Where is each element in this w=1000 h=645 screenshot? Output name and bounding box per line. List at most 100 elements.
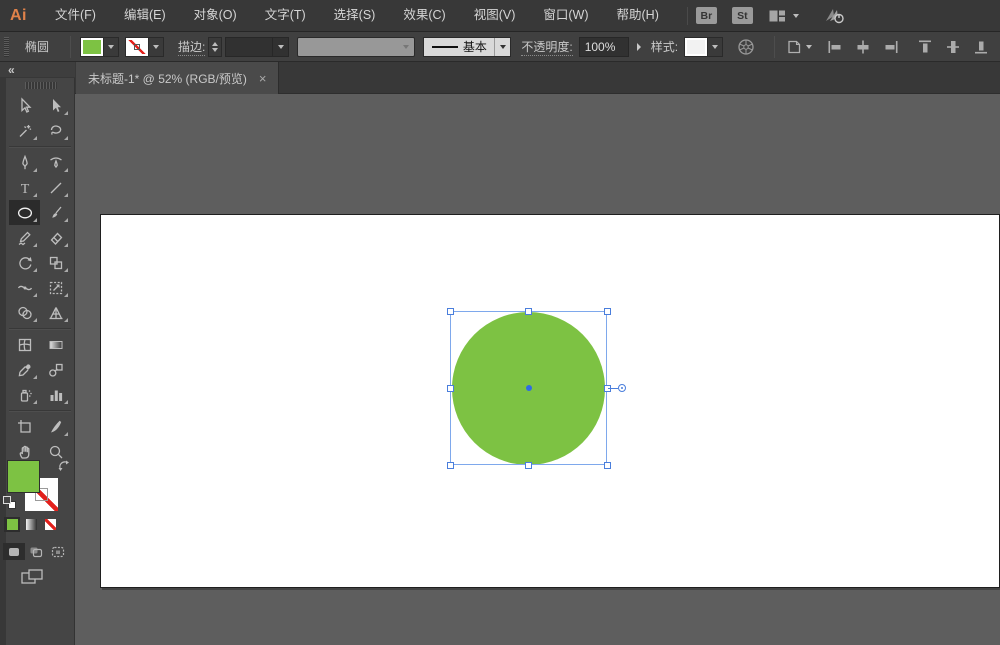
align-top-icon[interactable] (916, 38, 934, 56)
artboard-tool[interactable] (9, 414, 40, 439)
magic-wand-tool[interactable] (9, 118, 40, 143)
gradient-tool[interactable] (40, 332, 71, 357)
shaper-tool[interactable] (9, 225, 40, 250)
gpu-performance-button[interactable] (823, 6, 847, 26)
graphic-style-control[interactable] (684, 37, 723, 57)
stroke-none-swatch[interactable] (126, 38, 148, 56)
chevron-down-icon (712, 45, 718, 49)
radius-widget-handle[interactable] (618, 384, 626, 392)
menu-window[interactable]: 窗口(W) (529, 0, 602, 31)
symbol-sprayer-tool[interactable] (9, 382, 40, 407)
gradient-button[interactable] (23, 517, 39, 532)
document-setup-button[interactable] (784, 37, 812, 57)
tools-panel-grip[interactable] (25, 82, 57, 89)
handle-top-left[interactable] (447, 308, 454, 315)
opacity-link[interactable]: 不透明度: (521, 38, 572, 56)
menu-object[interactable]: 对象(O) (180, 0, 251, 31)
perspective-grid-tool[interactable] (40, 300, 71, 325)
draw-inside-button[interactable] (47, 543, 69, 560)
menu-effect[interactable]: 效果(C) (389, 0, 459, 31)
stroke-width-combo[interactable] (225, 37, 289, 57)
recolor-artwork-button[interactable] (737, 38, 755, 56)
handle-top-center[interactable] (525, 308, 532, 315)
stroke-color-control[interactable] (125, 37, 164, 57)
pen-tool[interactable] (9, 150, 40, 175)
control-bar-grip[interactable] (4, 37, 9, 57)
stepper-down-icon (212, 48, 218, 52)
draw-behind-button[interactable] (25, 543, 47, 560)
mesh-tool[interactable] (9, 332, 40, 357)
fill-proxy-swatch[interactable] (7, 460, 40, 493)
selection-tool[interactable] (9, 93, 40, 118)
default-fill-stroke-button[interactable] (3, 496, 17, 510)
align-left-icon[interactable] (826, 38, 844, 56)
app-logo: Ai (10, 7, 27, 25)
stroke-link[interactable]: 描边: (178, 38, 205, 56)
tool-separator (9, 146, 71, 147)
none-button[interactable] (42, 517, 58, 532)
type-tool[interactable]: T (9, 175, 40, 200)
curvature-tool[interactable] (40, 150, 71, 175)
canvas-area[interactable] (75, 94, 1000, 645)
fill-swatch[interactable] (81, 38, 103, 56)
color-button[interactable] (4, 517, 20, 532)
handle-middle-left[interactable] (447, 385, 454, 392)
menu-select[interactable]: 选择(S) (320, 0, 390, 31)
blend-tool[interactable] (40, 357, 71, 382)
collapse-panel-button[interactable]: « (8, 63, 14, 77)
rotate-tool[interactable] (9, 250, 40, 275)
document-tab[interactable]: 未标题-1* @ 52% (RGB/预览) × (76, 62, 279, 94)
align-horizontal-center-icon[interactable] (854, 38, 872, 56)
style-swatch[interactable] (685, 38, 707, 56)
opacity-panel-expander[interactable] (631, 38, 647, 56)
draw-normal-button[interactable] (3, 543, 25, 560)
chevron-down-icon (793, 14, 799, 18)
direct-selection-tool[interactable] (40, 93, 71, 118)
lasso-tool[interactable] (40, 118, 71, 143)
swap-fill-stroke-button[interactable] (58, 460, 71, 478)
workspace-switcher[interactable] (768, 7, 799, 25)
workspace-layout-icon (768, 7, 787, 25)
tool-group-draw: T (9, 150, 71, 325)
opacity-input[interactable]: 100% (579, 37, 629, 57)
handle-bottom-left[interactable] (447, 462, 454, 469)
eyedropper-tool[interactable] (9, 357, 40, 382)
stock-button[interactable]: St (732, 7, 753, 24)
ellipse-tool[interactable] (9, 200, 40, 225)
align-bottom-icon[interactable] (972, 38, 990, 56)
handle-bottom-right[interactable] (604, 462, 611, 469)
paintbrush-tool[interactable] (40, 200, 71, 225)
slice-tool[interactable] (40, 414, 71, 439)
menu-file[interactable]: 文件(F) (41, 0, 110, 31)
chevron-down-icon (403, 45, 409, 49)
menu-view[interactable]: 视图(V) (460, 0, 530, 31)
scale-tool[interactable] (40, 250, 71, 275)
separator (70, 36, 71, 58)
align-right-icon[interactable] (882, 38, 900, 56)
menu-edit[interactable]: 编辑(E) (110, 0, 180, 31)
handle-bottom-center[interactable] (525, 462, 532, 469)
bridge-button[interactable]: Br (696, 7, 717, 24)
stroke-style-dropdown[interactable]: 基本 (423, 37, 511, 57)
column-graph-tool[interactable] (40, 382, 71, 407)
shape-builder-tool[interactable] (9, 300, 40, 325)
stroke-style-label: 基本 (463, 38, 487, 55)
brush-definition-dropdown[interactable] (297, 37, 415, 57)
fill-color-control[interactable] (80, 37, 119, 57)
menu-help[interactable]: 帮助(H) (603, 0, 673, 31)
handle-top-right[interactable] (604, 308, 611, 315)
line-segment-tool[interactable] (40, 175, 71, 200)
align-vertical-center-icon[interactable] (944, 38, 962, 56)
menubar-separator (687, 7, 688, 25)
width-tool[interactable] (9, 275, 40, 300)
tool-group-select (9, 93, 71, 143)
change-screen-mode-button[interactable] (20, 568, 46, 591)
close-tab-icon[interactable]: × (259, 72, 267, 85)
eraser-tool[interactable] (40, 225, 71, 250)
stroke-indicator (134, 44, 140, 50)
free-transform-tool[interactable] (40, 275, 71, 300)
center-anchor-point[interactable] (526, 385, 532, 391)
document-icon (784, 37, 804, 57)
stroke-width-stepper[interactable] (208, 37, 222, 57)
menu-type[interactable]: 文字(T) (251, 0, 320, 31)
